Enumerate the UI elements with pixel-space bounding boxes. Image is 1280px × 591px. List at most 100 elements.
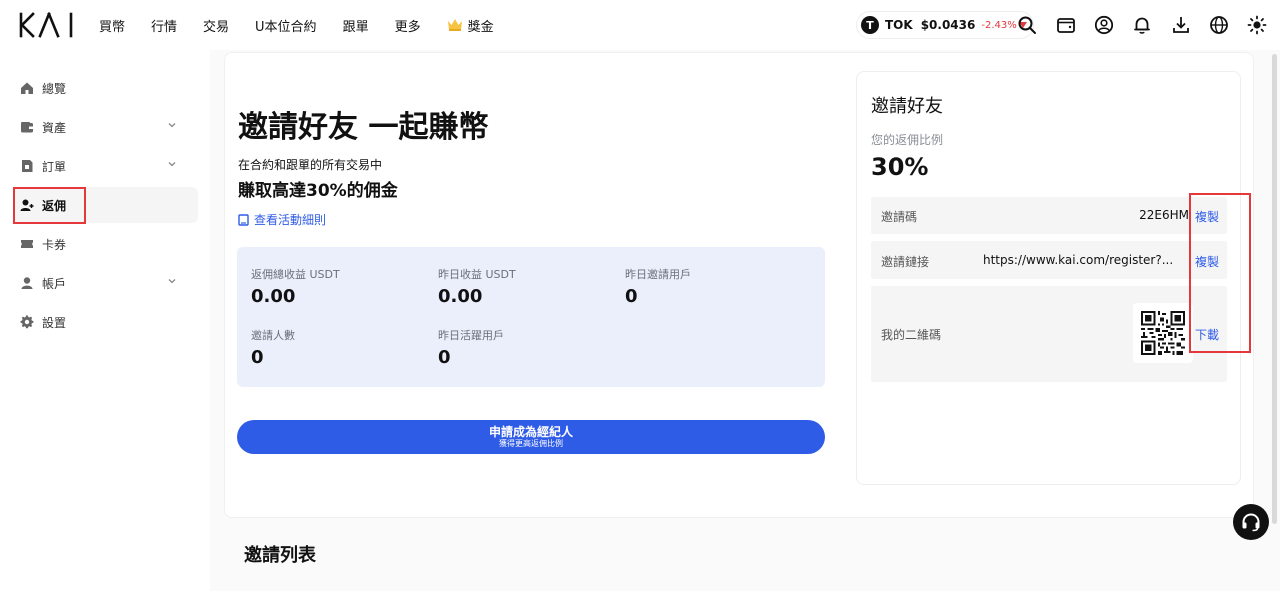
gear-icon <box>20 315 34 329</box>
stat-yesterday-earnings: 昨日收益 USDT 0.00 <box>438 266 516 307</box>
nav-label: 買幣 <box>99 19 126 35</box>
nav-copy-trading[interactable]: 跟單 <box>343 16 369 35</box>
rules-link[interactable]: 查看活動細則 <box>238 211 326 228</box>
apply-broker-button[interactable]: 申請成為經紀人 獲得更高返佣比例 <box>237 420 825 454</box>
nav-more[interactable]: 更多 <box>395 16 421 35</box>
ticker-price: $0.0436 <box>920 18 976 32</box>
nav-label: 獎金 <box>467 19 494 35</box>
home-icon <box>21 82 33 94</box>
stat-label: 邀請人數 <box>251 329 295 342</box>
bell-icon[interactable] <box>1132 15 1152 35</box>
download-icon[interactable] <box>1171 15 1191 35</box>
user-add-icon <box>20 199 34 211</box>
stat-value: 0.00 <box>251 286 296 307</box>
copy-link-button[interactable]: 複製 <box>1195 253 1219 270</box>
download-qr-button[interactable]: 下載 <box>1195 326 1219 343</box>
sidebar-item-label: 總覽 <box>42 81 67 96</box>
globe-icon[interactable] <box>1209 15 1229 35</box>
page-scrollbar[interactable] <box>1272 54 1277 524</box>
apply-button-sublabel: 獲得更高返佣比例 <box>499 439 563 448</box>
stat-invite-count: 邀請人數 0 <box>251 327 295 368</box>
stat-label: 昨日邀請用戶 <box>625 268 691 281</box>
invite-code-value: 22E6HM <box>1139 208 1189 222</box>
ticker-symbol: TOK <box>885 18 913 32</box>
invite-code-row: 邀請碼 22E6HM 複製 <box>871 197 1227 234</box>
crown-icon <box>447 19 462 31</box>
stat-label: 返佣總收益 USDT <box>251 268 340 281</box>
nav-trade[interactable]: 交易 <box>203 16 229 35</box>
invite-link-row: 邀請鏈接 https://www.kai.com/register?... 複製 <box>871 241 1227 279</box>
headset-icon <box>1242 513 1260 532</box>
nav-markets[interactable]: 行情 <box>151 16 177 35</box>
stat-value: 0.00 <box>438 286 483 307</box>
stat-value: 0 <box>438 347 451 368</box>
sidebar-item-account[interactable]: 帳戶 <box>14 265 198 301</box>
sidebar-item-label: 資產 <box>42 120 67 135</box>
nav-rewards[interactable]: 獎金 <box>447 16 494 35</box>
sidebar-item-label: 設置 <box>42 315 67 330</box>
stats-panel: 返佣總收益 USDT 0.00 昨日收益 USDT 0.00 昨日邀請用戶 0 … <box>237 247 825 387</box>
order-icon <box>22 160 33 172</box>
ticker-change: -2.43% <box>981 19 1017 31</box>
invite-link-value: https://www.kai.com/register?... <box>983 253 1174 267</box>
top-header: 買幣 行情 交易 U本位合約 跟單 更多 獎金 T TOK $0.0436 -2… <box>0 0 1280 50</box>
stat-label: 昨日收益 USDT <box>438 268 516 281</box>
wallet-icon <box>21 122 33 133</box>
customer-support-button[interactable] <box>1233 504 1269 540</box>
hero-title: 邀請好友 一起賺幣 <box>238 110 489 145</box>
sidebar-item-settings[interactable]: 設置 <box>14 304 198 340</box>
nav-usdt-futures[interactable]: U本位合約 <box>255 16 317 35</box>
sidebar-item-orders[interactable]: 訂單 <box>14 148 198 184</box>
user-icon[interactable] <box>1094 15 1114 35</box>
nav-label: 更多 <box>394 19 421 35</box>
wallet-icon[interactable] <box>1056 15 1076 35</box>
apply-button-label: 申請成為經紀人 <box>488 425 573 439</box>
rules-link-label: 查看活動細則 <box>254 213 327 227</box>
sidebar-item-label: 訂單 <box>42 159 67 174</box>
nav-buy-crypto[interactable]: 買幣 <box>99 16 125 35</box>
sidebar-item-label: 帳戶 <box>42 276 67 291</box>
logo-mark <box>19 12 73 38</box>
sidebar-item-label: 返佣 <box>42 198 67 213</box>
invite-code-label: 邀請碼 <box>881 210 918 224</box>
invite-list-title: 邀請列表 <box>244 545 316 566</box>
sidebar-item-label: 卡券 <box>42 237 67 252</box>
rebate-ratio-label: 您的返佣比例 <box>871 133 944 147</box>
hero-subtitle: 在合約和跟單的所有交易中 <box>238 158 383 172</box>
sidebar-item-assets[interactable]: 資產 <box>14 109 198 145</box>
hero-commission-text: 賺取高達30%的佣金 <box>238 181 398 201</box>
price-ticker[interactable]: T TOK $0.0436 -2.43% <box>856 11 1034 39</box>
stat-label: 昨日活躍用戶 <box>438 329 504 342</box>
person-icon <box>21 277 33 289</box>
nav-label: 跟單 <box>342 19 369 35</box>
nav-label: 交易 <box>203 19 230 35</box>
ticket-icon <box>21 240 33 248</box>
stat-total-rebate: 返佣總收益 USDT 0.00 <box>251 266 340 307</box>
nav-label: U本位合約 <box>255 19 317 35</box>
qr-code-image <box>1133 303 1193 363</box>
chevron-down-icon <box>168 279 176 284</box>
token-icon: T <box>861 16 879 34</box>
main-nav: 買幣 行情 交易 U本位合約 跟單 更多 獎金 <box>99 0 520 50</box>
kai-logo[interactable] <box>18 12 76 38</box>
sun-icon[interactable] <box>1247 15 1267 35</box>
stat-value: 0 <box>625 286 638 307</box>
qr-code-label: 我的二維碼 <box>881 328 942 342</box>
stat-yesterday-active: 昨日活躍用戶 0 <box>438 327 504 368</box>
book-icon <box>238 213 249 226</box>
stat-yesterday-invites: 昨日邀請用戶 0 <box>625 266 691 307</box>
rebate-ratio-value: 30% <box>871 153 929 181</box>
invite-title: 邀請好友 <box>871 96 943 117</box>
chevron-down-icon <box>168 123 176 128</box>
sidebar: 總覽 資產 訂單 返佣 卡券 帳戶 設置 <box>0 50 210 591</box>
sidebar-item-coupons[interactable]: 卡券 <box>14 226 198 262</box>
sidebar-item-rebate[interactable]: 返佣 <box>14 187 198 223</box>
chevron-down-icon <box>168 162 176 167</box>
qr-code-row: 我的二維碼 下載 <box>871 286 1227 382</box>
copy-code-button[interactable]: 複製 <box>1195 208 1219 225</box>
sidebar-item-overview[interactable]: 總覽 <box>14 70 198 106</box>
invite-link-label: 邀請鏈接 <box>881 255 930 269</box>
stat-value: 0 <box>251 347 264 368</box>
search-icon[interactable] <box>1017 15 1037 35</box>
qr-code-graphic <box>1141 311 1185 355</box>
